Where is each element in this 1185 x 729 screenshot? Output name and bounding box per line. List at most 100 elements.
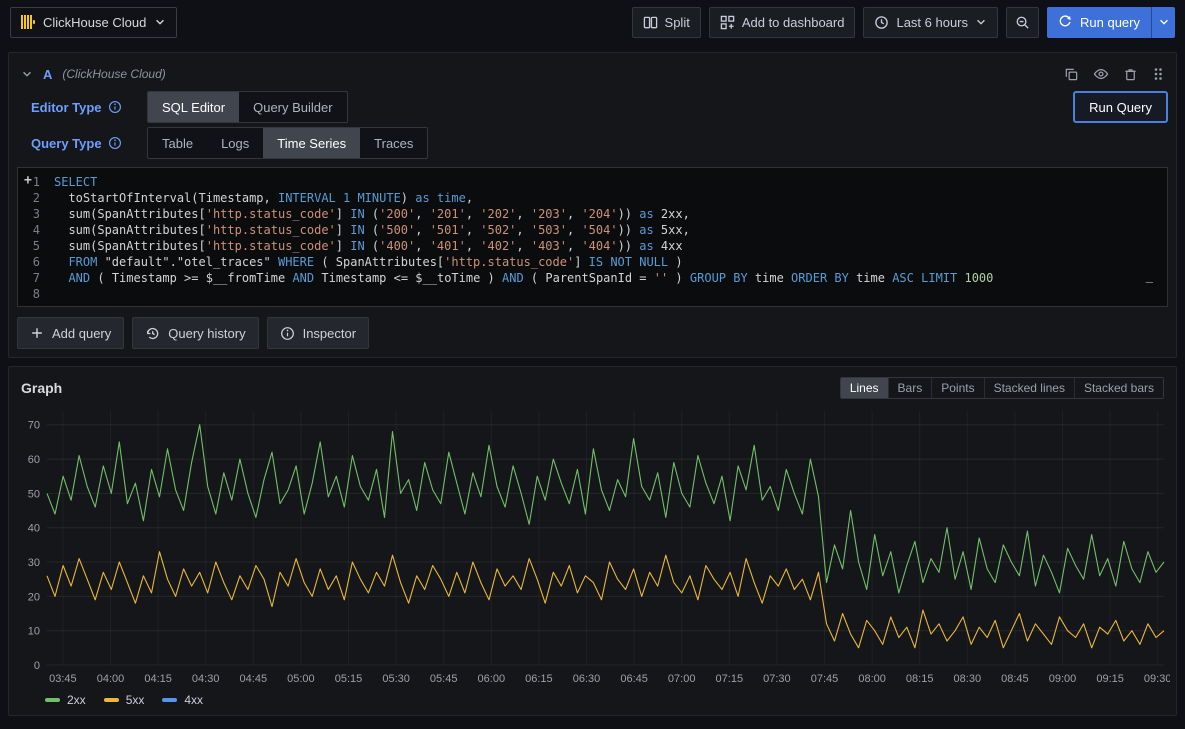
datasource-picker[interactable]: ClickHouse Cloud xyxy=(10,7,177,38)
query-type-label: Query Type xyxy=(31,136,102,151)
view-mode-stacked-lines[interactable]: Stacked lines xyxy=(984,378,1074,398)
chart-legend: 2xx 5xx 4xx xyxy=(9,689,1176,709)
graph-panel-title: Graph xyxy=(21,380,62,396)
info-icon xyxy=(280,326,295,341)
view-mode-bars[interactable]: Bars xyxy=(888,378,932,398)
split-button[interactable]: Split xyxy=(632,7,701,38)
query-type-logs[interactable]: Logs xyxy=(207,128,263,158)
explore-toolbar: ClickHouse Cloud Split Add to dashboard … xyxy=(0,0,1185,44)
run-query-button[interactable]: Run query xyxy=(1047,7,1151,38)
query-type-toggle: Table Logs Time Series Traces xyxy=(147,127,428,159)
zoom-out-button[interactable] xyxy=(1006,7,1039,38)
add-line-icon[interactable]: + xyxy=(24,173,32,189)
sql-code: +1SELECT2 toStartOfInterval(Timestamp, I… xyxy=(18,174,1167,302)
trash-icon xyxy=(1123,67,1138,82)
svg-text:09:15: 09:15 xyxy=(1096,673,1124,685)
svg-text:08:30: 08:30 xyxy=(954,673,982,685)
svg-text:40: 40 xyxy=(28,523,40,535)
plus-icon xyxy=(30,326,44,340)
clickhouse-logo-icon xyxy=(21,15,35,29)
svg-text:70: 70 xyxy=(28,420,40,432)
editor-type-row: Editor Type SQL Editor Query Builder Run… xyxy=(17,91,1168,123)
legend-swatch xyxy=(162,698,177,702)
svg-text:04:45: 04:45 xyxy=(240,673,268,685)
svg-text:05:30: 05:30 xyxy=(382,673,410,685)
delete-query-button[interactable] xyxy=(1123,67,1138,82)
sync-icon xyxy=(1058,15,1072,29)
graph-view-toggle: Lines Bars Points Stacked lines Stacked … xyxy=(840,377,1164,399)
chevron-down-icon xyxy=(154,16,166,28)
sql-line[interactable]: 5 sum(SpanAttributes['http.status_code']… xyxy=(18,238,1167,254)
inspector-label: Inspector xyxy=(303,326,356,341)
add-query-button[interactable]: Add query xyxy=(17,317,124,349)
query-history-button[interactable]: Query history xyxy=(132,317,258,349)
graph-panel: Graph Lines Bars Points Stacked lines St… xyxy=(8,366,1177,716)
duplicate-icon xyxy=(1064,67,1079,82)
clock-icon xyxy=(874,15,889,30)
svg-text:20: 20 xyxy=(28,591,40,603)
legend-item-5xx[interactable]: 5xx xyxy=(104,693,145,707)
sql-line[interactable]: 8 xyxy=(18,286,1167,302)
query-row-header: A (ClickHouse Cloud) xyxy=(17,61,1168,87)
svg-text:07:00: 07:00 xyxy=(668,673,696,685)
editor-type-toggle: SQL Editor Query Builder xyxy=(147,91,348,123)
zoom-out-icon xyxy=(1015,15,1030,30)
info-icon[interactable] xyxy=(108,100,122,114)
svg-text:07:30: 07:30 xyxy=(763,673,791,685)
svg-text:50: 50 xyxy=(28,488,40,500)
sql-line[interactable]: 7 AND ( Timestamp >= $__fromTime AND Tim… xyxy=(18,270,1167,286)
add-query-label: Add query xyxy=(52,326,111,341)
editor-type-label: Editor Type xyxy=(31,100,102,115)
svg-text:04:30: 04:30 xyxy=(192,673,220,685)
chevron-down-icon xyxy=(1158,16,1170,28)
toggle-visibility-button[interactable] xyxy=(1093,66,1109,82)
query-ref-id: A xyxy=(43,67,52,82)
query-type-table[interactable]: Table xyxy=(148,128,207,158)
query-editor-panel: A (ClickHouse Cloud) Editor Type SQL xyxy=(8,52,1177,358)
svg-text:07:45: 07:45 xyxy=(811,673,839,685)
split-icon xyxy=(643,15,658,30)
eye-icon xyxy=(1093,66,1109,82)
svg-text:30: 30 xyxy=(28,557,40,569)
editor-type-query-builder[interactable]: Query Builder xyxy=(239,92,346,122)
svg-text:09:30: 09:30 xyxy=(1144,673,1170,685)
svg-text:04:15: 04:15 xyxy=(144,673,172,685)
legend-item-4xx[interactable]: 4xx xyxy=(162,693,203,707)
run-query-dropdown[interactable] xyxy=(1151,7,1175,38)
view-mode-lines[interactable]: Lines xyxy=(841,378,888,398)
editor-type-sql-editor[interactable]: SQL Editor xyxy=(148,92,239,122)
legend-label: 4xx xyxy=(184,693,203,707)
svg-text:08:00: 08:00 xyxy=(858,673,886,685)
query-type-time-series[interactable]: Time Series xyxy=(263,128,360,158)
run-query-split-button: Run query xyxy=(1047,7,1175,38)
svg-text:60: 60 xyxy=(28,454,40,466)
sql-line[interactable]: 4 sum(SpanAttributes['http.status_code']… xyxy=(18,222,1167,238)
sql-line[interactable]: 2 toStartOfInterval(Timestamp, INTERVAL … xyxy=(18,190,1167,206)
sql-line[interactable]: +1SELECT xyxy=(18,174,1167,190)
drag-handle-icon xyxy=(1152,66,1164,82)
duplicate-query-button[interactable] xyxy=(1064,67,1079,82)
info-icon[interactable] xyxy=(108,136,122,150)
collapse-chevron-icon[interactable] xyxy=(21,68,33,80)
history-icon xyxy=(145,326,160,341)
run-query-label: Run query xyxy=(1080,15,1140,30)
sql-code-editor[interactable]: +1SELECT2 toStartOfInterval(Timestamp, I… xyxy=(17,167,1168,307)
query-type-traces[interactable]: Traces xyxy=(360,128,427,158)
sql-line[interactable]: 3 sum(SpanAttributes['http.status_code']… xyxy=(18,206,1167,222)
time-series-chart[interactable]: 03:4504:0004:1504:3004:4505:0005:1505:30… xyxy=(17,405,1170,689)
view-mode-stacked-bars[interactable]: Stacked bars xyxy=(1074,378,1163,398)
legend-swatch xyxy=(104,698,119,702)
inspector-button[interactable]: Inspector xyxy=(267,317,369,349)
time-range-picker[interactable]: Last 6 hours xyxy=(863,7,998,38)
legend-item-2xx[interactable]: 2xx xyxy=(45,693,86,707)
sql-line[interactable]: 6 FROM "default"."otel_traces" WHERE ( S… xyxy=(18,254,1167,270)
legend-label: 5xx xyxy=(126,693,145,707)
svg-text:10: 10 xyxy=(28,626,40,638)
legend-label: 2xx xyxy=(67,693,86,707)
add-to-dashboard-button[interactable]: Add to dashboard xyxy=(709,7,856,38)
add-to-dashboard-label: Add to dashboard xyxy=(742,15,845,30)
svg-text:03:45: 03:45 xyxy=(49,673,77,685)
view-mode-points[interactable]: Points xyxy=(931,378,983,398)
drag-handle[interactable] xyxy=(1152,66,1164,82)
panel-run-query-button[interactable]: Run Query xyxy=(1073,91,1168,123)
